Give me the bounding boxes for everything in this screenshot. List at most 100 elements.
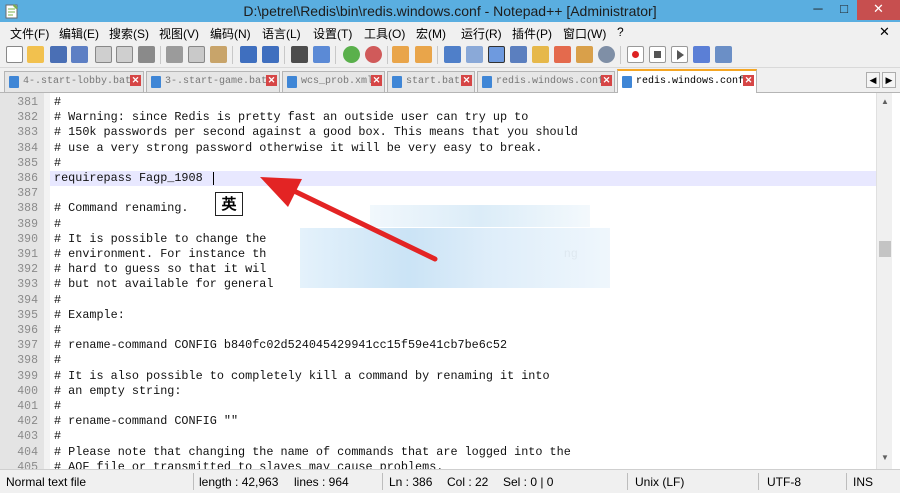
close-all-icon[interactable]	[116, 46, 133, 63]
line-text: #	[54, 353, 62, 368]
menu-help[interactable]: ?	[617, 25, 624, 39]
toolbar-separator	[232, 46, 233, 64]
replace-icon[interactable]	[313, 46, 330, 63]
code-line: 382 # Warning: since Redis is pretty fast…	[0, 110, 876, 125]
macro-save-icon[interactable]	[715, 46, 732, 63]
line-number: 396	[17, 324, 38, 337]
tab-wcs-prob[interactable]: wcs_prob.xml ✕	[282, 71, 385, 92]
zoom-out-icon[interactable]	[365, 46, 382, 63]
monitoring-icon[interactable]	[598, 46, 615, 63]
macro-run-multiple-icon[interactable]	[693, 46, 710, 63]
menu-edit[interactable]: 编辑(E)	[59, 25, 99, 42]
code-line: 400 # an empty string:	[0, 384, 876, 399]
tab-close-icon[interactable]: ✕	[266, 75, 277, 86]
code-line: 398 #	[0, 353, 876, 368]
folder-as-workspace-icon[interactable]	[576, 46, 593, 63]
tab-close-icon[interactable]: ✕	[461, 75, 472, 86]
toolbar-separator	[620, 46, 621, 64]
undo-icon[interactable]	[240, 46, 257, 63]
code-line: 397 # rename-command CONFIG b840fc02d5240…	[0, 338, 876, 353]
document-map-icon[interactable]	[532, 46, 549, 63]
menu-plugins[interactable]: 插件(P)	[512, 25, 552, 42]
sync-vertical-icon[interactable]	[392, 46, 409, 63]
scroll-down-icon[interactable]: ▼	[879, 451, 891, 465]
line-text: #	[54, 155, 62, 170]
status-divider	[627, 473, 628, 490]
tab-close-icon[interactable]: ✕	[371, 75, 382, 86]
tab-close-icon[interactable]: ✕	[130, 75, 141, 86]
tab-redis-conf-active[interactable]: redis.windows.conf ✕	[617, 69, 757, 93]
word-wrap-icon[interactable]	[444, 46, 461, 63]
function-list-icon[interactable]	[554, 46, 571, 63]
macro-play-icon[interactable]	[671, 46, 688, 63]
vertical-scrollbar[interactable]: ▲ ▼	[876, 93, 892, 469]
close-window-button[interactable]: ✕	[857, 0, 900, 20]
menu-language[interactable]: 语言(L)	[262, 25, 301, 42]
file-icon	[482, 76, 492, 88]
menu-tools[interactable]: 工具(O)	[364, 25, 405, 42]
scroll-up-icon[interactable]: ▲	[879, 95, 891, 109]
menu-view[interactable]: 视图(V)	[159, 25, 199, 42]
close-file-icon[interactable]	[95, 46, 112, 63]
find-icon[interactable]	[291, 46, 308, 63]
print-icon[interactable]	[138, 46, 155, 63]
tab-start-lobby[interactable]: 4-.start-lobby.bat ✕	[4, 71, 144, 92]
menu-bar: 文件(F) 编辑(E) 搜索(S) 视图(V) 编码(N) 语言(L) 设置(T…	[0, 22, 900, 42]
status-insert-mode: INS	[853, 475, 874, 489]
menu-encoding[interactable]: 编码(N)	[210, 25, 251, 42]
tab-scroll-right-icon[interactable]: ▶	[882, 72, 896, 88]
file-icon	[287, 76, 297, 88]
sync-horizontal-icon[interactable]	[415, 46, 432, 63]
copy-icon[interactable]	[188, 46, 205, 63]
code-line: 395 # Example:	[0, 308, 876, 323]
line-text: # Example:	[54, 307, 125, 322]
code-line: 394 #	[0, 293, 876, 308]
status-encoding[interactable]: UTF-8	[767, 475, 801, 489]
paste-icon[interactable]	[210, 46, 227, 63]
open-file-icon[interactable]	[27, 46, 44, 63]
menu-settings[interactable]: 设置(T)	[313, 25, 352, 42]
close-document-icon[interactable]: ✕	[879, 24, 890, 40]
redo-icon[interactable]	[262, 46, 279, 63]
tab-start-game[interactable]: 3-.start-game.bat ✕	[146, 71, 280, 92]
show-all-characters-icon[interactable]	[466, 46, 483, 63]
editor-area[interactable]: 381 # 382 # Warning: since Redis is pretty…	[0, 93, 900, 469]
file-icon	[622, 76, 632, 88]
status-bar: Normal text file length : 42,963 lines :…	[0, 469, 900, 493]
menu-window[interactable]: 窗口(W)	[563, 25, 606, 42]
line-number: 391	[17, 248, 38, 261]
maximize-button[interactable]: □	[831, 0, 857, 20]
tab-label: start.bat	[406, 76, 461, 87]
tab-redis-conf-1[interactable]: redis.windows.conf ✕	[477, 71, 615, 92]
macro-stop-icon[interactable]	[649, 46, 666, 63]
save-all-icon[interactable]	[71, 46, 88, 63]
code-line: 396 #	[0, 323, 876, 338]
line-number: 390	[17, 232, 38, 246]
user-language-icon[interactable]	[510, 46, 527, 63]
macro-record-icon[interactable]	[627, 46, 644, 63]
status-eol-format[interactable]: Unix (LF)	[635, 475, 684, 489]
minimize-button[interactable]: ─	[805, 0, 831, 20]
tab-scroll-left-icon[interactable]: ◀	[866, 72, 880, 88]
line-text: #	[54, 429, 62, 444]
toolbar-separator	[284, 46, 285, 64]
save-icon[interactable]	[50, 46, 67, 63]
menu-file[interactable]: 文件(F)	[10, 25, 49, 42]
line-text: # It is also possible to completely kill…	[54, 368, 550, 383]
line-text: # Please note that changing the name of …	[54, 444, 571, 459]
line-number: 385	[17, 156, 38, 170]
zoom-in-icon[interactable]	[343, 46, 360, 63]
menu-run[interactable]: 运行(R)	[461, 25, 502, 42]
tab-close-icon[interactable]: ✕	[743, 75, 754, 86]
tab-close-icon[interactable]: ✕	[601, 75, 612, 86]
indent-guide-icon[interactable]	[488, 46, 505, 63]
line-number: 392	[17, 263, 38, 277]
cut-icon[interactable]	[166, 46, 183, 63]
menu-search[interactable]: 搜索(S)	[109, 25, 149, 42]
status-divider	[846, 473, 847, 490]
scrollbar-thumb[interactable]	[879, 241, 891, 257]
menu-macro[interactable]: 宏(M)	[416, 25, 446, 42]
code-line: 381 #	[0, 95, 876, 110]
new-file-icon[interactable]	[6, 46, 23, 63]
tab-start-bat[interactable]: start.bat ✕	[387, 71, 475, 92]
